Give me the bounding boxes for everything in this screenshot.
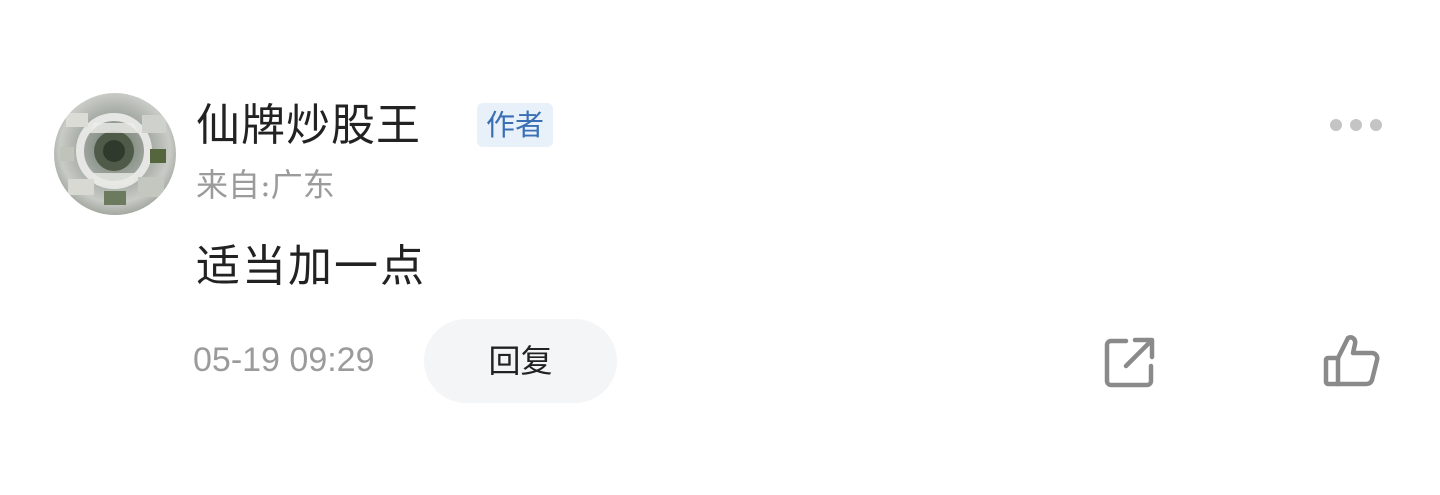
comment-timestamp: 05-19 09:29 (193, 341, 375, 379)
reply-button[interactable]: 回复 (424, 319, 617, 403)
more-dots-icon (1326, 119, 1386, 131)
more-button[interactable] (1326, 110, 1390, 140)
comment-item: 仙牌炒股王 作者 来自:广东 适当加一点 05-19 09:29 回复 (0, 0, 1440, 495)
comment-text: 适当加一点 (196, 241, 426, 292)
share-external-icon (1104, 337, 1155, 388)
thumbs-up-icon (1323, 335, 1380, 387)
author-badge: 作者 (477, 103, 554, 147)
like-button[interactable] (1322, 332, 1382, 390)
location-label: 来自:广东 (196, 166, 335, 204)
username[interactable]: 仙牌炒股王 (196, 98, 421, 154)
avatar-image (54, 93, 176, 215)
share-button[interactable] (1102, 334, 1158, 390)
avatar[interactable] (54, 93, 176, 215)
